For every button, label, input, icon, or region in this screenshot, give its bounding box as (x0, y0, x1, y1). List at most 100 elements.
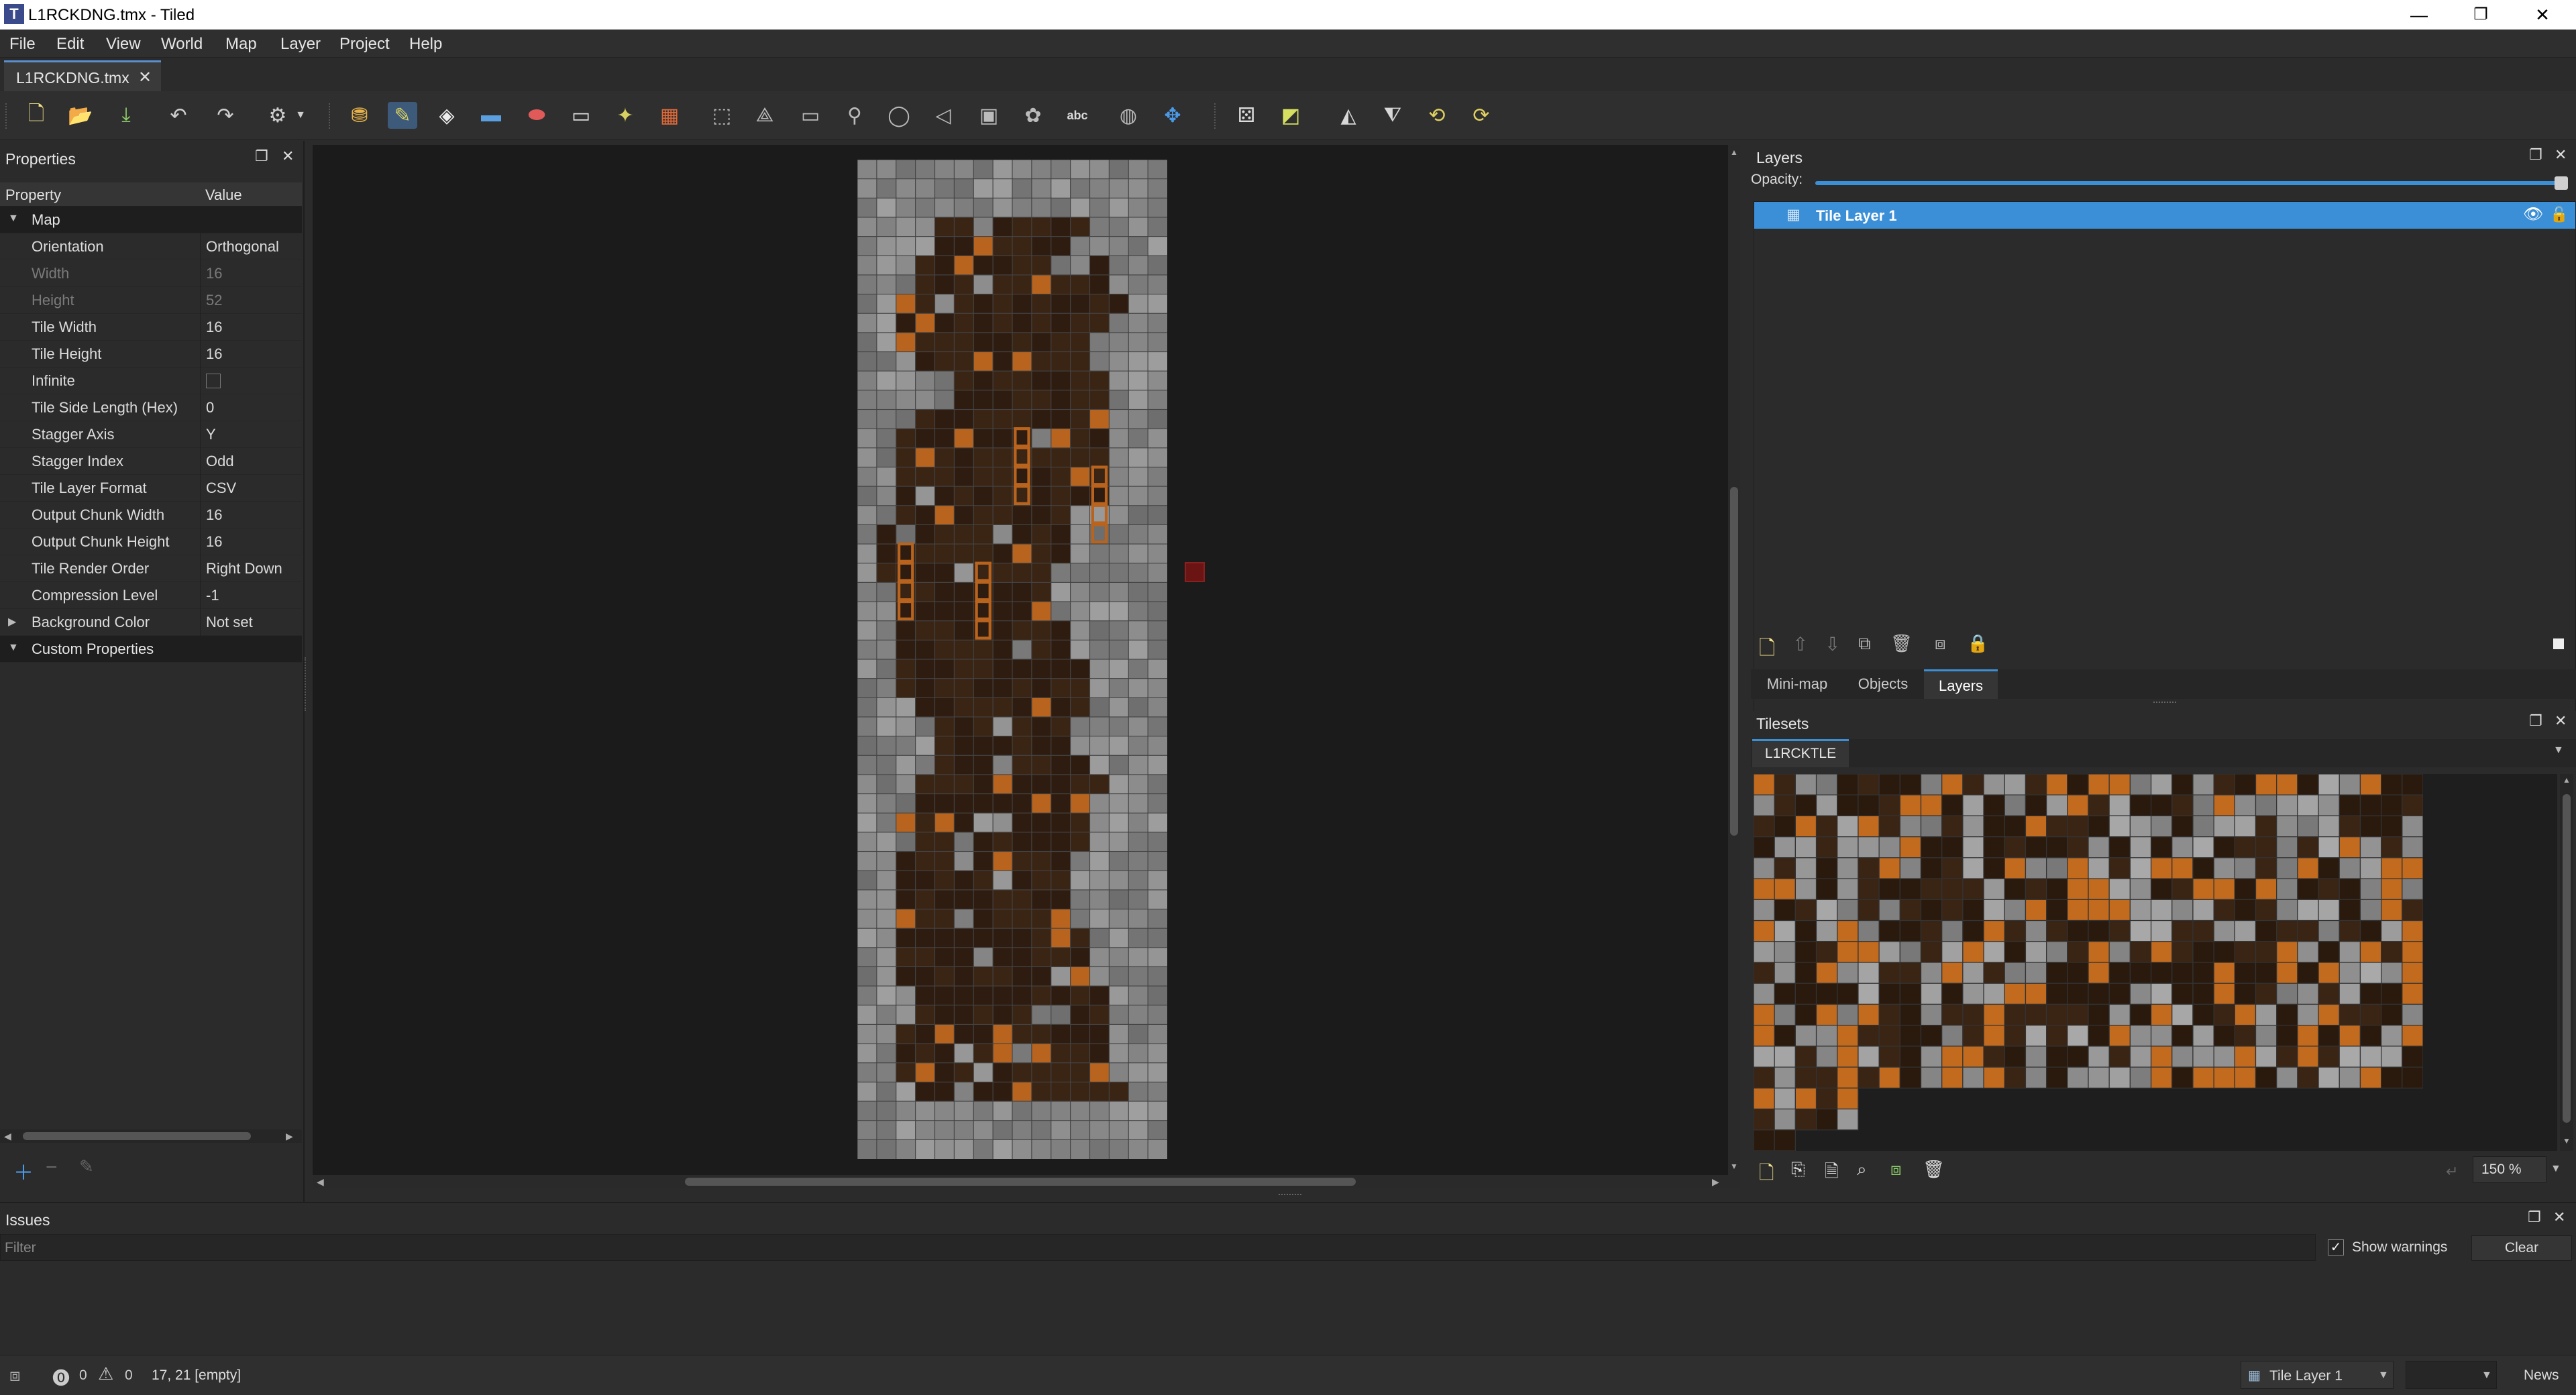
tileset-tile[interactable] (1983, 857, 2005, 879)
tileset-tile[interactable] (2276, 1046, 2298, 1068)
delete-layer-icon[interactable]: 🗑 (1890, 633, 1913, 654)
tileset-tile[interactable] (2297, 983, 2319, 1005)
tileset-tile[interactable] (2129, 836, 2152, 858)
tileset-tile[interactable] (2339, 1066, 2361, 1089)
tileset-tile[interactable] (2402, 1046, 2423, 1068)
tileset-tile[interactable] (1794, 941, 1817, 963)
tileset-tile[interactable] (2046, 1066, 2068, 1089)
tileset-tile[interactable] (2276, 1003, 2298, 1026)
tileset-tile[interactable] (2108, 774, 2131, 795)
tileset-tile[interactable] (2088, 1025, 2110, 1047)
tileset-tile[interactable] (1794, 857, 1817, 879)
tileset-tile[interactable] (1962, 962, 1984, 984)
tileset-tile[interactable] (2402, 962, 2423, 984)
tileset-tile[interactable] (1920, 1003, 1943, 1026)
tileset-tile[interactable] (1983, 983, 2005, 1005)
tileset-tile[interactable] (1754, 1066, 1775, 1089)
tileset-tile[interactable] (2046, 962, 2068, 984)
tileset-tile[interactable] (1815, 878, 1838, 900)
tileset-tile[interactable] (2339, 815, 2361, 838)
tileset-tile[interactable] (2359, 794, 2382, 817)
tileset-tile[interactable] (2381, 815, 2403, 838)
tileset-tile[interactable] (2402, 1025, 2423, 1047)
tileset-tile[interactable] (1794, 774, 1817, 795)
tileset-tile[interactable] (2129, 1003, 2152, 1026)
tileset-tile[interactable] (2171, 815, 2194, 838)
tileset-tile[interactable] (1774, 983, 1796, 1005)
close-panel-icon[interactable]: ✕ (2555, 146, 2567, 164)
tileset-tile[interactable] (2067, 815, 2089, 838)
tileset-tile[interactable] (2276, 1066, 2298, 1089)
property-row[interactable]: Orientation Orthogonal (0, 233, 302, 260)
chevron-down-icon[interactable]: ▼ (2553, 744, 2564, 757)
tileset-tile[interactable] (2276, 941, 2298, 963)
insert-template-icon[interactable]: ✿ (1018, 102, 1048, 129)
minimize-button[interactable]: — (2388, 0, 2450, 30)
tileset-tile[interactable] (2318, 1025, 2340, 1047)
tileset-tile[interactable] (2339, 983, 2361, 1005)
magic-wand-icon[interactable]: ✦ (610, 102, 640, 129)
tileset-tile[interactable] (1774, 962, 1796, 984)
property-row[interactable]: Height 52 (0, 287, 302, 314)
lower-layer-icon[interactable]: ⇩ (1825, 633, 1840, 655)
scroll-right-icon[interactable]: ▶ (286, 1131, 293, 1142)
tileset-tile[interactable] (1815, 1066, 1838, 1089)
splitter-handle[interactable] (2153, 702, 2176, 706)
tileset-tile[interactable] (2402, 899, 2423, 922)
tileset-tile[interactable] (2129, 1046, 2152, 1068)
tileset-tile[interactable] (2088, 941, 2110, 963)
tileset-tile[interactable] (2297, 962, 2319, 984)
tileset-tile[interactable] (1899, 983, 1922, 1005)
tileset-tile[interactable] (1794, 899, 1817, 922)
tab-mini-map[interactable]: Mini-map (1752, 669, 1842, 699)
tileset-tile[interactable] (2297, 774, 2319, 795)
property-row[interactable]: Stagger Axis Y (0, 421, 302, 448)
tileset-tile[interactable] (1754, 836, 1775, 858)
tileset-tile[interactable] (1983, 1066, 2005, 1089)
tileset-tile[interactable] (2213, 899, 2235, 922)
property-row[interactable]: Tile Height 16 (0, 341, 302, 368)
tileset-tile[interactable] (2359, 983, 2382, 1005)
tileset-tile[interactable] (2088, 857, 2110, 879)
tileset-tile[interactable] (2192, 1066, 2214, 1089)
tileset-tile[interactable] (2234, 962, 2257, 984)
tileset-tile[interactable] (2025, 1066, 2047, 1089)
tileset-tile[interactable] (2381, 878, 2403, 900)
property-value[interactable]: 16 (206, 319, 222, 336)
tileset-tile[interactable] (2108, 962, 2131, 984)
tileset-tile[interactable] (1941, 962, 1964, 984)
scroll-thumb[interactable] (2563, 794, 2571, 1123)
tileset-tile[interactable] (1962, 878, 1984, 900)
tileset-tile[interactable] (2213, 878, 2235, 900)
tileset-tile[interactable] (2129, 878, 2152, 900)
tileset-tile[interactable] (1858, 919, 1880, 942)
tileset-tile[interactable] (2088, 962, 2110, 984)
tileset-tile[interactable] (2297, 857, 2319, 879)
flip-horizontal-icon[interactable]: ◭ (1334, 102, 1363, 129)
tileset-tile[interactable] (2339, 857, 2361, 879)
tileset-tile[interactable] (2004, 836, 2027, 858)
tileset-tile[interactable] (1815, 774, 1838, 795)
tileset-tile[interactable] (2255, 794, 2277, 817)
tileset-tile[interactable] (2339, 1003, 2361, 1026)
chevron-down-icon[interactable]: ▼ (292, 102, 309, 129)
new-file-icon[interactable]: 🗋 (21, 102, 51, 129)
tileset-tile[interactable] (1858, 899, 1880, 922)
property-row[interactable]: Output Chunk Height 16 (0, 528, 302, 555)
tileset-tile[interactable] (1878, 899, 1900, 922)
tileset-tile[interactable] (2067, 983, 2089, 1005)
rotate-right-icon[interactable]: ⟳ (1466, 102, 1496, 129)
tileset-tile[interactable] (2297, 1046, 2319, 1068)
tileset-tile[interactable] (1878, 815, 1900, 838)
tileset-tile[interactable] (1920, 836, 1943, 858)
tileset-tile[interactable] (2067, 836, 2089, 858)
tileset-tile[interactable] (1920, 941, 1943, 963)
tileset-tile[interactable] (2025, 962, 2047, 984)
tileset-tile[interactable] (1774, 878, 1796, 900)
new-layer-icon[interactable]: 🗋 (1759, 633, 1775, 667)
bucket-fill-icon[interactable]: ◈ (432, 102, 462, 129)
edit-polygons-icon[interactable]: ⟁ (750, 102, 780, 129)
tileset-tile[interactable] (2359, 962, 2382, 984)
tileset-tile[interactable] (2171, 1066, 2194, 1089)
tileset-tile[interactable] (1920, 899, 1943, 922)
